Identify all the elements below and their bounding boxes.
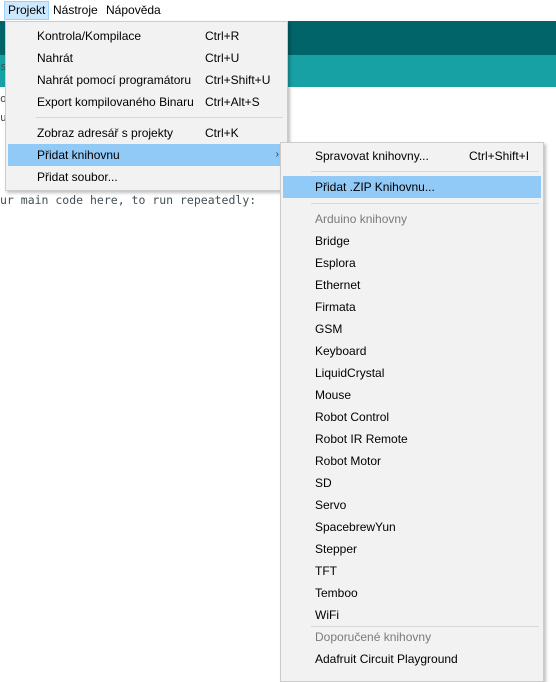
library-item-label: Temboo (315, 586, 358, 600)
menu-item-show-sketch-folder[interactable]: Zobraz adresář s projekty Ctrl+K (8, 122, 285, 144)
menu-separator (36, 117, 283, 118)
library-item[interactable]: Esplora (283, 252, 541, 274)
menu-item-add-zip-library[interactable]: Přidat .ZIP Knihovnu... (283, 176, 541, 198)
library-item-label: WiFi (315, 608, 339, 622)
library-item[interactable]: Temboo (283, 582, 541, 604)
menu-item-manage-libraries[interactable]: Spravovat knihovny... Ctrl+Shift+I (283, 145, 541, 167)
menu-item-shortcut: Ctrl+Alt+S (205, 95, 260, 109)
menu-item-shortcut: Ctrl+Shift+U (205, 73, 271, 87)
menu-item-compile[interactable]: Kontrola/Kompilace Ctrl+R (8, 25, 285, 47)
library-item-label: SpacebrewYun (315, 520, 396, 534)
menu-projekt[interactable]: Projekt (4, 1, 50, 20)
library-item[interactable]: WiFi (283, 604, 541, 626)
menu-item-label: Nahrát pomocí programátoru (37, 73, 192, 87)
menu-napoveda[interactable]: Nápověda (103, 2, 164, 19)
menu-header-label: Arduino knihovny (315, 212, 408, 226)
library-item[interactable]: Firmata (283, 296, 541, 318)
library-item-label: TFT (315, 564, 337, 578)
library-item-label: Adafruit Circuit Playground (315, 652, 458, 666)
library-item-label: Firmata (315, 300, 356, 314)
menu-item-label: Přidat soubor... (37, 170, 118, 184)
library-item-label: GSM (315, 322, 343, 336)
menu-item-export-binary[interactable]: Export kompilovaného Binaru Ctrl+Alt+S (8, 91, 285, 113)
menu-item-shortcut: Ctrl+U (205, 51, 240, 65)
library-item[interactable]: LiquidCrystal (283, 362, 541, 384)
project-menu: Kontrola/Kompilace Ctrl+R Nahrát Ctrl+U … (5, 21, 288, 191)
library-item-label: Stepper (315, 542, 358, 556)
menu-nastroje[interactable]: Nástroje (50, 2, 101, 19)
library-item-label: Robot IR Remote (315, 432, 408, 446)
menu-bar: Projekt Nástroje Nápověda (0, 0, 556, 22)
library-item[interactable]: Stepper (283, 538, 541, 560)
menu-separator (311, 203, 539, 204)
library-item-label: Keyboard (315, 344, 367, 358)
library-item-label: Mouse (315, 388, 352, 402)
menu-item-label: Export kompilovaného Binaru (37, 95, 194, 109)
library-item-label: Esplora (315, 256, 356, 270)
library-item[interactable]: Robot IR Remote (283, 428, 541, 450)
library-item-label: Ethernet (315, 278, 361, 292)
menu-item-label: Zobraz adresář s projekty (37, 126, 174, 140)
menu-item-label: Nahrát (37, 51, 74, 65)
library-item[interactable]: TFT (283, 560, 541, 582)
menu-item-include-library[interactable]: Přidat knihovnu › (8, 144, 285, 166)
library-item-label: Servo (315, 498, 347, 512)
menu-item-add-file[interactable]: Přidat soubor... (8, 166, 285, 188)
menu-item-label: Spravovat knihovny... (315, 149, 429, 163)
library-item[interactable]: Ethernet (283, 274, 541, 296)
menu-item-upload[interactable]: Nahrát Ctrl+U (8, 47, 285, 69)
library-item-label: Bridge (315, 234, 350, 248)
library-item[interactable]: Servo (283, 494, 541, 516)
menu-item-label: Přidat knihovnu (37, 148, 120, 162)
menu-item-shortcut: Ctrl+Shift+I (469, 149, 530, 163)
menu-item-label: Přidat .ZIP Knihovnu... (315, 180, 435, 194)
menu-item-upload-programmer[interactable]: Nahrát pomocí programátoru Ctrl+Shift+U (8, 69, 285, 91)
library-item[interactable]: Robot Motor (283, 450, 541, 472)
library-item[interactable]: Robot Control (283, 406, 541, 428)
library-item[interactable]: Keyboard (283, 340, 541, 362)
library-item-label: Robot Control (315, 410, 390, 424)
menu-header-recommended-libraries: Doporučené knihovny (283, 626, 541, 648)
library-item[interactable]: Bridge (283, 230, 541, 252)
library-item-label: LiquidCrystal (315, 366, 385, 380)
menu-item-shortcut: Ctrl+K (205, 126, 239, 140)
library-item-label: Robot Motor (315, 454, 382, 468)
library-item[interactable]: Mouse (283, 384, 541, 406)
menu-separator (311, 171, 539, 172)
menu-header-arduino-libraries: Arduino knihovny (283, 208, 541, 230)
menu-item-label: Kontrola/Kompilace (37, 29, 142, 43)
chevron-right-icon: › (275, 149, 279, 160)
code-line: ur main code here, to run repeatedly: (0, 193, 257, 207)
library-item[interactable]: GSM (283, 318, 541, 340)
library-item[interactable]: SpacebrewYun (283, 516, 541, 538)
menu-header-label: Doporučené knihovny (315, 630, 432, 644)
library-submenu: Spravovat knihovny... Ctrl+Shift+I Přida… (280, 142, 544, 682)
library-item[interactable]: SD (283, 472, 541, 494)
menu-item-shortcut: Ctrl+R (205, 29, 240, 43)
library-item-label: SD (315, 476, 332, 490)
library-item[interactable]: Adafruit Circuit Playground (283, 648, 541, 670)
